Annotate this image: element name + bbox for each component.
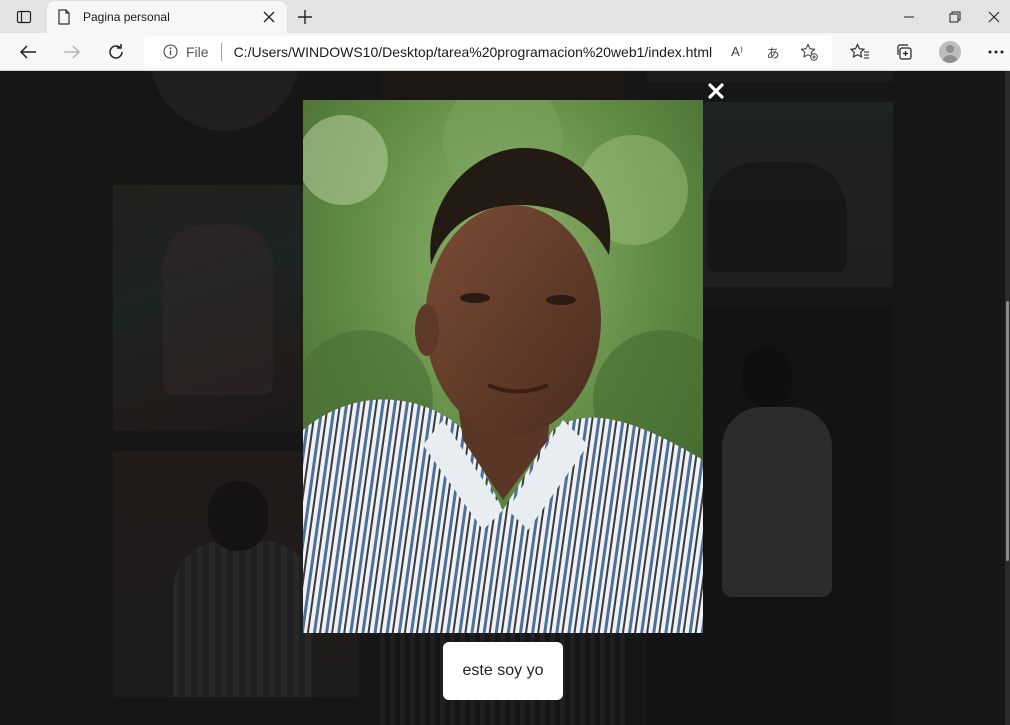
scheme-label: File	[186, 43, 209, 60]
tab-title: Pagina personal	[83, 10, 170, 24]
more-button[interactable]	[981, 37, 1010, 67]
star-plus-icon[interactable]	[799, 43, 819, 61]
minimize-icon	[904, 16, 914, 17]
page-scrollbar[interactable]	[1005, 71, 1010, 725]
more-icon	[988, 50, 1004, 54]
address-separator	[220, 42, 222, 61]
profile-avatar	[939, 41, 961, 63]
title-bar: Pagina personal	[0, 0, 1010, 33]
browser-toolbar: File C:/Users/WINDOWS10/Desktop/tarea%20…	[0, 33, 1010, 71]
favorites-button[interactable]	[845, 37, 875, 67]
restore-button[interactable]	[932, 0, 978, 33]
close-icon	[708, 83, 724, 99]
info-icon[interactable]	[162, 44, 178, 60]
forward-arrow-icon	[64, 45, 81, 59]
close-window-button[interactable]	[978, 0, 1010, 33]
page-icon	[57, 9, 73, 25]
profile-button[interactable]	[935, 37, 965, 67]
read-aloud-icon[interactable]: A⁾	[727, 43, 747, 61]
restore-icon	[949, 11, 961, 22]
favorites-icon	[850, 43, 869, 59]
back-arrow-icon	[19, 45, 36, 59]
minimize-button[interactable]	[886, 0, 932, 33]
browser-tab[interactable]: Pagina personal	[47, 1, 287, 33]
url-text[interactable]: C:/Users/WINDOWS10/Desktop/tarea%20progr…	[234, 44, 713, 60]
tab-close-icon[interactable]	[261, 9, 277, 25]
back-button[interactable]	[13, 37, 43, 67]
new-tab-button[interactable]	[293, 5, 317, 29]
reload-button[interactable]	[101, 37, 131, 67]
caption-text: este soy yo	[462, 662, 544, 679]
reload-icon	[109, 44, 123, 59]
forward-button[interactable]	[57, 37, 87, 67]
lightbox-close-button[interactable]	[704, 79, 728, 103]
plus-icon	[298, 10, 312, 24]
lightbox-caption: este soy yo	[443, 642, 563, 700]
tab-actions-icon[interactable]	[8, 5, 40, 29]
translate-icon[interactable]: あ	[763, 43, 783, 61]
collections-icon	[897, 44, 912, 60]
lightbox-photo	[303, 100, 703, 633]
collections-button[interactable]	[889, 37, 919, 67]
scrollbar-thumb[interactable]	[1006, 301, 1009, 561]
page-viewport: este soy yo	[0, 71, 1005, 725]
address-bar[interactable]: File C:/Users/WINDOWS10/Desktop/tarea%20…	[144, 36, 832, 67]
close-icon	[988, 11, 1000, 22]
